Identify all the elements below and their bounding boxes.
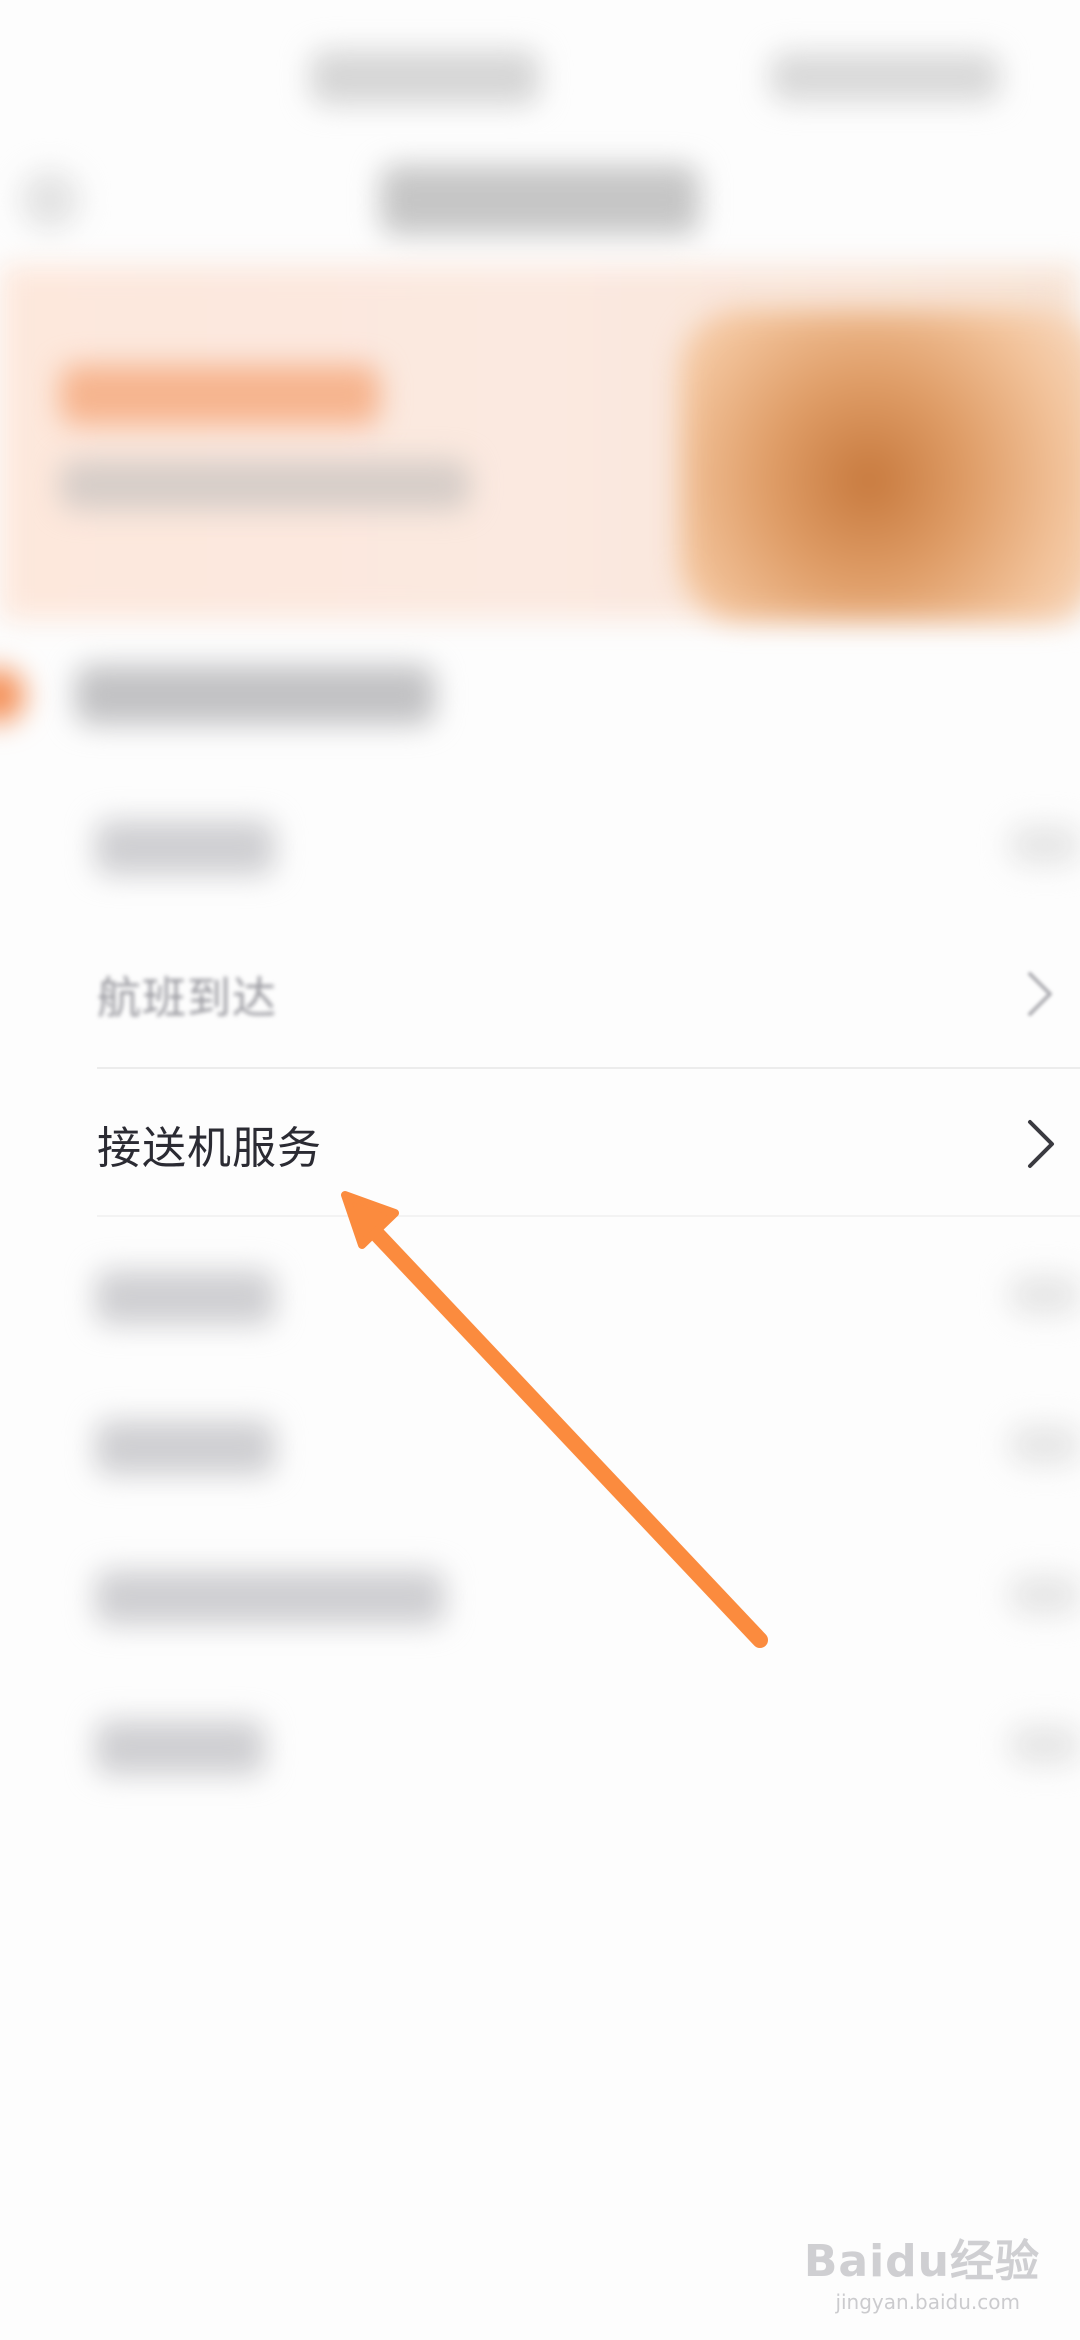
watermark-site: jingyan.baidu.com	[835, 2290, 1020, 2314]
watermark-logo: Baidu经验	[803, 2236, 1040, 2287]
pointer-arrow-icon	[341, 1191, 768, 1648]
